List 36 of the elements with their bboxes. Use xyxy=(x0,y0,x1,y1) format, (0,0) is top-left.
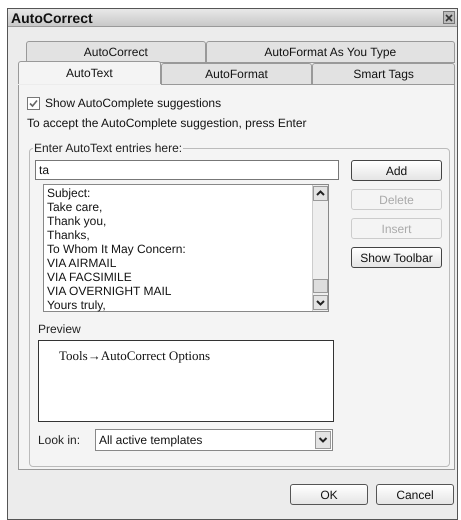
input-field[interactable]: ta xyxy=(35,160,339,180)
action-button[interactable]: Add xyxy=(351,160,442,181)
dialog-button[interactable]: Cancel xyxy=(376,484,454,505)
list-item[interactable]: Thank you, xyxy=(47,214,312,228)
list-item[interactable]: Take care, xyxy=(47,200,312,214)
tab[interactable]: AutoText xyxy=(18,61,161,84)
hint-text: To accept the AutoComplete suggestion, press Enter xyxy=(27,115,308,132)
preview-label: Preview xyxy=(38,321,82,338)
list-item[interactable]: Subject: xyxy=(47,186,312,200)
window-title: AutoCorrect xyxy=(11,10,93,24)
action-button[interactable]: Show Toolbar xyxy=(351,247,442,268)
tab[interactable]: AutoCorrect xyxy=(26,41,206,63)
list-item[interactable]: VIA OVERNIGHT MAIL xyxy=(47,284,312,298)
list-item[interactable]: Yours truly, xyxy=(47,298,312,312)
tab[interactable]: Smart Tags xyxy=(312,63,455,85)
list-item[interactable]: Thanks, xyxy=(47,228,312,242)
scroll-up-icon[interactable] xyxy=(313,186,328,201)
dropdown-value: All active templates xyxy=(99,432,202,449)
close-icon xyxy=(445,14,453,22)
close-button[interactable] xyxy=(443,11,455,24)
list-item[interactable]: VIA FACSIMILE xyxy=(47,270,312,284)
dialog-button[interactable]: OK xyxy=(290,484,368,505)
preview-text: Tools→AutoCorrect Options xyxy=(59,348,210,363)
list-item[interactable]: To Whom It May Concern: xyxy=(47,242,312,256)
checkbox[interactable] xyxy=(27,96,40,110)
checkmark-icon xyxy=(29,98,38,108)
checkbox-label: Show AutoComplete suggestions xyxy=(45,95,222,112)
scroll-down-icon[interactable] xyxy=(313,295,328,310)
tab[interactable]: AutoFormat As You Type xyxy=(206,41,455,63)
tab[interactable]: AutoFormat xyxy=(160,63,312,85)
look-in-label: Look in: xyxy=(38,432,82,449)
list-item[interactable]: VIA AIRMAIL xyxy=(47,256,312,270)
scroll-thumb[interactable] xyxy=(313,279,328,293)
autotext-list[interactable]: Subject: Take care, Thank you, Thanks, To Whom It May Concern: VIA AIRMAIL VIA FACSIMILE VIA OVERNIGHT MAIL Yours truly, xyxy=(43,184,329,312)
scrollbar[interactable] xyxy=(312,185,328,311)
look-in-dropdown[interactable]: All active templates xyxy=(95,429,333,451)
